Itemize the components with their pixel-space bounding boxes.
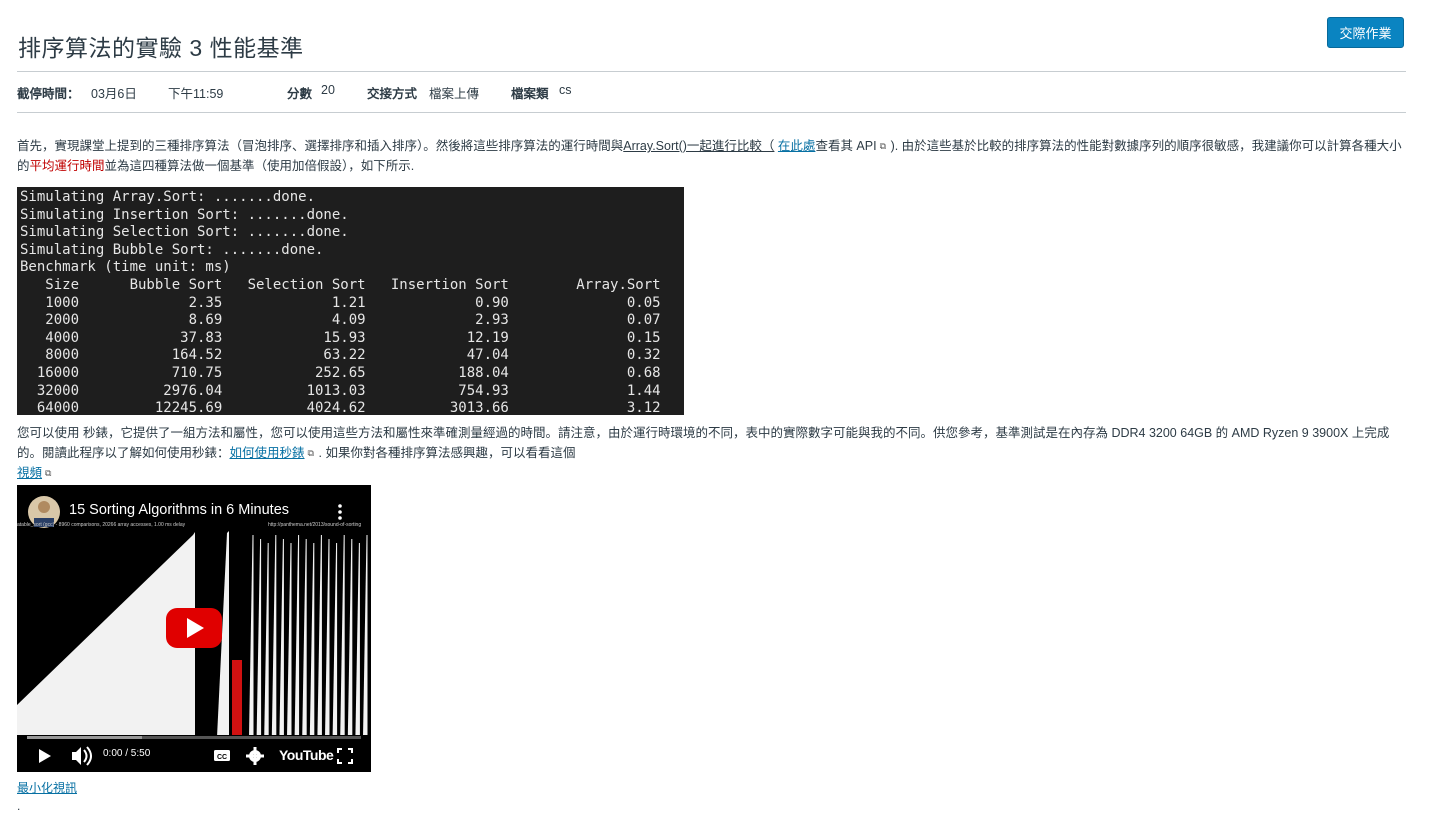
due-time: 下午11:59 xyxy=(168,87,224,101)
external-link-icon: ⧉ xyxy=(45,468,52,478)
due-date: 03月6日 xyxy=(91,87,137,101)
submission-value: 檔案上傳 xyxy=(429,87,480,101)
stopwatch-text-2: . 如果你對各種排序算法感興趣，可以看看這個 xyxy=(318,446,576,460)
header-divider xyxy=(17,71,1406,72)
intro-paragraph: 首先，實現課堂上提到的三種排序算法（冒泡排序、選擇排序和插入排序）。然後將這些排… xyxy=(17,136,1412,176)
play-button-large[interactable] xyxy=(166,608,222,648)
details-divider xyxy=(17,112,1406,113)
captions-icon[interactable]: CC xyxy=(214,750,230,761)
more-options-icon xyxy=(338,504,342,508)
filetype-label: 檔案類 xyxy=(511,87,549,101)
benchmark-output: Simulating Array.Sort: .......done. Simu… xyxy=(20,189,661,415)
array-sort-link[interactable]: Array.Sort()一起進行比較（ xyxy=(623,139,774,153)
video-time: 0:00 / 5:50 xyxy=(103,748,151,759)
points-label: 分數 xyxy=(287,87,313,101)
video-link[interactable]: 視頻 xyxy=(17,466,42,480)
submit-assignment-button[interactable]: 交際作業 xyxy=(1327,17,1404,48)
stopwatch-paragraph: 您可以使用 秒錶，它提供了一組方法和屬性，您可以使用這些方法和屬性來準確測量經過… xyxy=(17,423,1412,483)
intro-text-2: 查看其 API xyxy=(815,139,877,153)
trailing-dot: . xyxy=(17,799,21,813)
video-thumbnail: CC xyxy=(17,485,371,772)
page-title: 排序算法的實驗 3 性能基準 xyxy=(18,35,304,62)
average-runtime-highlight: 平均運行時間 xyxy=(29,159,105,173)
intro-text-4: 並為這四種算法做一個基準（使用加倍假設），如下所示. xyxy=(104,159,415,173)
stopwatch-text-1: 您可以使用 秒錶，它提供了一組方法和屬性，您可以使用這些方法和屬性來準確測量經過… xyxy=(17,426,1390,460)
benchmark-console-image: Simulating Array.Sort: .......done. Simu… xyxy=(17,187,684,415)
howto-stopwatch-link[interactable]: 如何使用秒錶 xyxy=(230,446,305,460)
minimize-video-link[interactable]: 最小化視訊 xyxy=(17,781,77,795)
here-link[interactable]: 在此處 xyxy=(778,139,816,153)
external-link-icon: ⧉ xyxy=(307,448,314,458)
youtube-logo[interactable]: YouTube xyxy=(279,747,334,763)
external-link-icon: ⧉ xyxy=(879,141,886,151)
video-title[interactable]: 15 Sorting Algorithms in 6 Minutes xyxy=(69,502,289,518)
minimize-video-container: 最小化視訊 xyxy=(17,779,77,796)
video-caption-right: http://panthema.net/2013/sound-of-sortin… xyxy=(268,522,362,528)
filetype-value: cs xyxy=(559,83,572,97)
points-value: 20 xyxy=(321,83,335,97)
submission-label: 交接方式 xyxy=(367,87,418,101)
video-caption-left: atable_sort (gcc) - 8960 comparisons, 20… xyxy=(17,522,186,528)
youtube-video-player[interactable]: CC 15 Sorting Algorithms in 6 Minutes at… xyxy=(17,485,371,772)
intro-text-1: 首先，實現課堂上提到的三種排序算法（冒泡排序、選擇排序和插入排序）。然後將這些排… xyxy=(17,139,624,153)
due-label: 截停時間： xyxy=(17,87,80,101)
video-buffer-bar xyxy=(27,736,142,739)
svg-text:CC: CC xyxy=(217,754,227,761)
